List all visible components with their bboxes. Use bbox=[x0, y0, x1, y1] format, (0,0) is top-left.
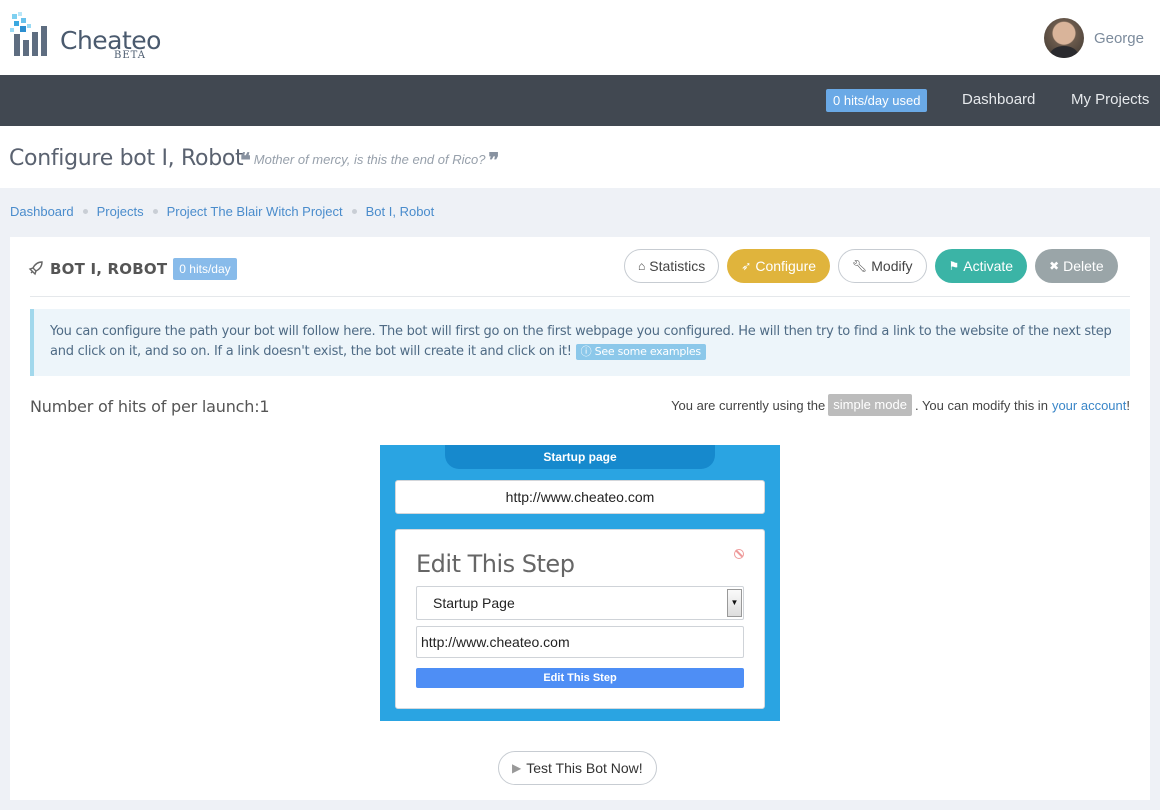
info-icon: ⓘ bbox=[580, 345, 592, 358]
quote-close-icon: ❞ bbox=[488, 147, 500, 172]
breadcrumb-separator bbox=[351, 209, 357, 214]
bot-actions: ⌂ Statistics ➶ Configure 🔧︎ Modify ⚑ Act… bbox=[624, 249, 1118, 283]
chevron-down-icon[interactable]: ▼ bbox=[727, 589, 742, 617]
edit-step-title: Edit This Step bbox=[416, 550, 575, 578]
test-bot-button[interactable]: ▶ Test This Bot Now! bbox=[498, 751, 657, 785]
logo-icon bbox=[10, 12, 47, 56]
modify-button[interactable]: 🔧︎ Modify bbox=[838, 249, 927, 283]
activate-label: Activate bbox=[963, 258, 1014, 274]
account-link[interactable]: your account bbox=[1052, 398, 1126, 413]
mode-prefix: You are currently using the bbox=[671, 397, 826, 413]
mode-badge: simple mode bbox=[828, 394, 912, 416]
examples-button[interactable]: ⓘ See some examples bbox=[575, 344, 706, 360]
bot-name: BOT I, ROBOT bbox=[50, 260, 168, 278]
main-navbar: 0 hits/day used Dashboard My Projects bbox=[0, 75, 1160, 126]
flag-icon: ⚑ bbox=[948, 259, 960, 273]
play-icon: ▶ bbox=[512, 761, 522, 775]
remove-step-icon[interactable] bbox=[734, 549, 744, 559]
quote-open-icon: ❝ bbox=[240, 147, 251, 172]
step-url-input[interactable]: http://www.cheateo.com bbox=[416, 626, 744, 658]
breadcrumb-dashboard[interactable]: Dashboard bbox=[10, 204, 74, 219]
user-menu[interactable]: George bbox=[1043, 18, 1144, 58]
beta-label: BETA bbox=[114, 50, 146, 61]
home-icon: ⌂ bbox=[638, 259, 646, 273]
statistics-label: Statistics bbox=[649, 258, 706, 274]
modify-label: Modify bbox=[871, 258, 913, 274]
user-name[interactable]: George bbox=[1094, 30, 1144, 47]
breadcrumb-separator bbox=[82, 209, 88, 214]
top-header: Cheateo BETA George bbox=[0, 0, 1160, 75]
bot-header: BOT I, ROBOT 0 hits/day bbox=[28, 258, 237, 280]
step-builder: Startup page http://www.cheateo.com Edit… bbox=[380, 445, 780, 721]
rocket-icon: ➶ bbox=[741, 259, 752, 273]
breadcrumb: Dashboard Projects Project The Blair Wit… bbox=[10, 204, 434, 219]
activate-button[interactable]: ⚑ Activate bbox=[934, 249, 1028, 283]
statistics-button[interactable]: ⌂ Statistics bbox=[624, 249, 720, 283]
configure-button[interactable]: ➶ Configure bbox=[727, 249, 831, 283]
divider bbox=[30, 296, 1130, 297]
close-icon: ✖ bbox=[1049, 259, 1060, 273]
step-type-value: Startup Page bbox=[433, 595, 515, 611]
page-quote: ❝ Mother of mercy, is this the end of Ri… bbox=[240, 147, 500, 172]
test-bot-label: Test This Bot Now! bbox=[526, 760, 643, 776]
nav-my-projects-link[interactable]: My Projects bbox=[1071, 91, 1149, 108]
configure-label: Configure bbox=[755, 258, 817, 274]
page-title: Configure bot I, Robot bbox=[9, 146, 244, 171]
mode-notice: You are currently using the simple mode … bbox=[671, 394, 1130, 416]
edit-step-card: Edit This Step Startup Page ▼ http://www… bbox=[395, 529, 765, 709]
rocket-icon bbox=[28, 260, 44, 279]
breadcrumb-project[interactable]: Project The Blair Witch Project bbox=[167, 204, 343, 219]
hits-per-launch: Number of hits of per launch:1 bbox=[30, 397, 270, 416]
nav-dashboard-link[interactable]: Dashboard bbox=[962, 91, 1035, 108]
edit-step-button[interactable]: Edit This Step bbox=[416, 668, 744, 688]
breadcrumb-bot[interactable]: Bot I, Robot bbox=[366, 204, 435, 219]
breadcrumb-projects[interactable]: Projects bbox=[97, 204, 144, 219]
step-type-select[interactable]: Startup Page ▼ bbox=[416, 586, 744, 620]
avatar[interactable] bbox=[1043, 18, 1084, 58]
breadcrumb-separator bbox=[152, 209, 158, 214]
startup-url[interactable]: http://www.cheateo.com bbox=[395, 480, 765, 514]
mode-middle: . You can modify this in bbox=[914, 397, 1048, 413]
info-alert: You can configure the path your bot will… bbox=[30, 309, 1130, 376]
logo[interactable]: Cheateo BETA bbox=[10, 12, 170, 64]
examples-label: See some examples bbox=[594, 345, 702, 358]
bot-hits-badge: 0 hits/day bbox=[173, 258, 237, 280]
wrench-icon: 🔧︎ bbox=[852, 259, 868, 273]
delete-button[interactable]: ✖ Delete bbox=[1035, 249, 1118, 283]
delete-label: Delete bbox=[1063, 258, 1104, 274]
startup-page-tab: Startup page bbox=[445, 445, 715, 469]
quote-text: Mother of mercy, is this the end of Rico… bbox=[253, 152, 486, 167]
hits-used-badge: 0 hits/day used bbox=[826, 89, 928, 112]
mode-suffix: ! bbox=[1126, 397, 1130, 413]
